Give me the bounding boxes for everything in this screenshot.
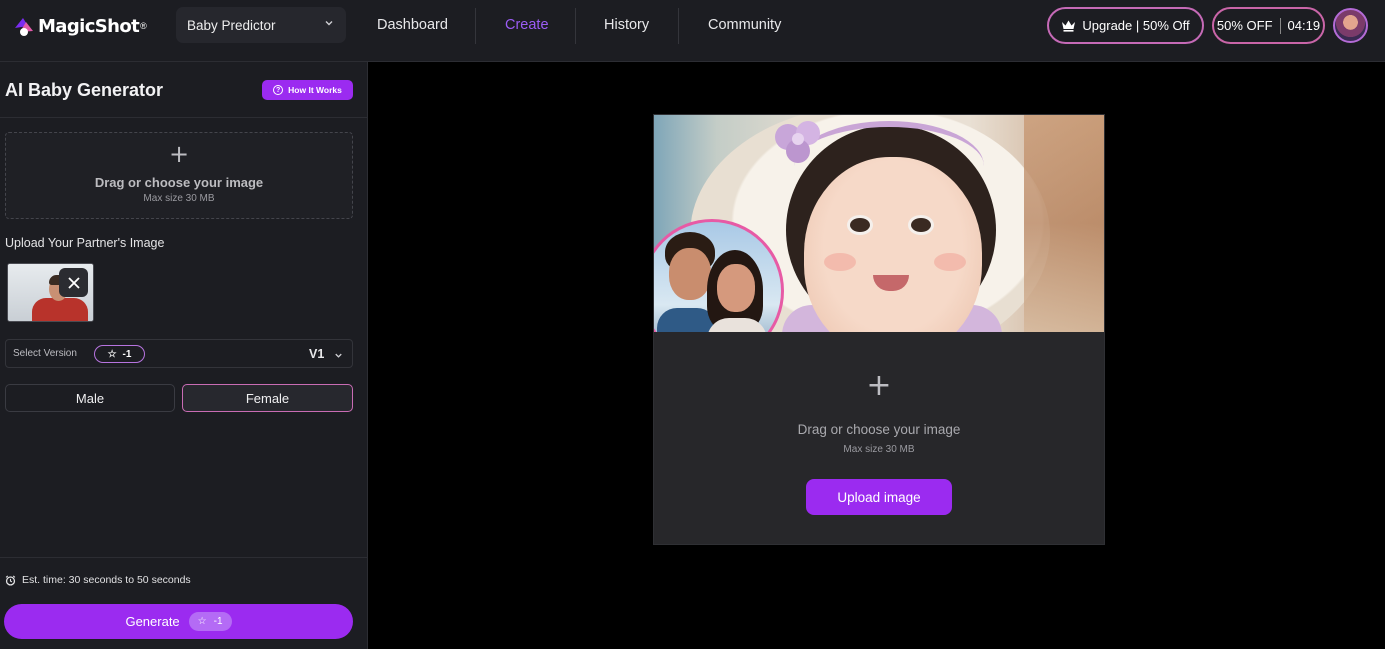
version-selected-value: V1 bbox=[309, 347, 325, 361]
brand-logo[interactable]: MagicShot ® bbox=[12, 12, 147, 40]
top-navbar: MagicShot ® Baby Predictor Dashboard Cre… bbox=[0, 0, 1385, 62]
chevron-down-icon bbox=[323, 17, 335, 32]
main-upload-card: + Drag or choose your image Max size 30 … bbox=[653, 114, 1105, 545]
upload-image-button[interactable]: Upload image bbox=[806, 479, 952, 515]
partner-image-label: Upload Your Partner's Image bbox=[5, 236, 165, 250]
how-it-works-label: How It Works bbox=[288, 85, 342, 95]
question-icon: ? bbox=[273, 85, 284, 95]
nav-dashboard[interactable]: Dashboard bbox=[377, 17, 448, 33]
page-title: AI Baby Generator bbox=[5, 80, 164, 100]
tool-selector-dropdown[interactable]: Baby Predictor bbox=[176, 7, 346, 43]
panel-divider bbox=[0, 117, 368, 118]
estimated-time-text: Est. time: 30 seconds to 50 seconds bbox=[22, 574, 191, 586]
version-select-label: Select Version bbox=[13, 348, 77, 359]
crown-icon bbox=[1061, 19, 1076, 32]
nav-community[interactable]: Community bbox=[708, 17, 781, 33]
panel-divider bbox=[0, 557, 368, 558]
generate-button[interactable]: Generate ☆ -1 bbox=[4, 604, 353, 639]
tool-selector-value: Baby Predictor bbox=[187, 17, 276, 33]
close-icon bbox=[67, 276, 80, 289]
discount-offer-badge[interactable]: 50% OFF 04:19 bbox=[1212, 7, 1325, 44]
brand-registered-mark: ® bbox=[140, 21, 147, 31]
main-dropzone[interactable]: + Drag or choose your image Max size 30 … bbox=[654, 332, 1104, 544]
generate-label: Generate bbox=[125, 614, 180, 629]
nav-divider bbox=[678, 8, 679, 44]
plus-icon: + bbox=[866, 368, 892, 403]
how-it-works-button[interactable]: ? How It Works bbox=[262, 80, 353, 100]
version-select[interactable]: Select Version ☆ -1 V1 bbox=[5, 339, 353, 368]
credit-star-icon: ☆ bbox=[197, 616, 207, 627]
gender-male-button[interactable]: Male bbox=[5, 384, 175, 412]
plus-icon: + bbox=[168, 140, 190, 168]
estimated-time: Est. time: 30 seconds to 50 seconds bbox=[5, 574, 191, 586]
alarm-clock-icon bbox=[5, 575, 16, 586]
version-credit-cost-badge: ☆ -1 bbox=[94, 345, 145, 363]
your-image-dropzone[interactable]: + Drag or choose your image Max size 30 … bbox=[5, 132, 353, 219]
flower-headband-icon bbox=[775, 121, 820, 163]
example-baby-image bbox=[654, 115, 1104, 332]
upgrade-button[interactable]: Upgrade | 50% Off bbox=[1047, 7, 1204, 44]
remove-partner-image-button[interactable] bbox=[59, 268, 88, 297]
offer-divider bbox=[1279, 17, 1281, 34]
nav-divider bbox=[475, 8, 476, 44]
brand-name: MagicShot bbox=[38, 15, 140, 37]
magicshot-logo-icon bbox=[12, 14, 36, 38]
upgrade-label: Upgrade | 50% Off bbox=[1082, 18, 1190, 33]
offer-countdown: 04:19 bbox=[1287, 18, 1321, 33]
version-credit-cost: -1 bbox=[122, 348, 132, 360]
nav-history[interactable]: History bbox=[604, 17, 649, 33]
dropzone-size-limit: Max size 30 MB bbox=[143, 193, 215, 204]
generate-credit-cost: -1 bbox=[213, 616, 223, 627]
main-dropzone-size-limit: Max size 30 MB bbox=[843, 444, 915, 455]
generator-sidebar: AI Baby Generator ? How It Works + Drag … bbox=[0, 62, 368, 649]
credit-star-icon: ☆ bbox=[107, 348, 117, 360]
main-dropzone-title: Drag or choose your image bbox=[797, 422, 961, 437]
nav-divider bbox=[575, 8, 576, 44]
offer-label: 50% OFF bbox=[1216, 18, 1273, 33]
user-avatar[interactable] bbox=[1333, 8, 1368, 43]
chevron-down-icon bbox=[333, 348, 344, 366]
gender-female-button[interactable]: Female bbox=[182, 384, 353, 412]
generate-credit-cost-badge: ☆ -1 bbox=[188, 612, 232, 631]
dropzone-title: Drag or choose your image bbox=[94, 175, 264, 190]
nav-create[interactable]: Create bbox=[505, 17, 549, 33]
